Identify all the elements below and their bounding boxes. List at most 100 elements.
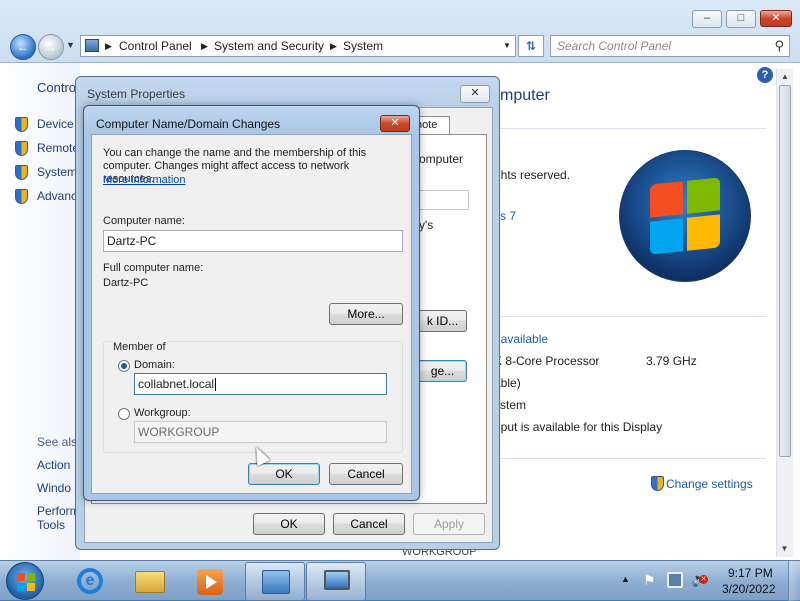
- system-properties-taskbar-button[interactable]: [306, 562, 366, 601]
- breadcrumb-item[interactable]: System and Security: [214, 36, 324, 56]
- shield-icon: [15, 165, 28, 180]
- change-settings-link[interactable]: Change settings: [666, 477, 753, 491]
- recent-pages-icon[interactable]: ▼: [66, 40, 75, 50]
- sidebar-link-system[interactable]: System: [37, 165, 77, 179]
- computer-name-dialog: Computer Name/Domain Changes ✕ You can c…: [83, 105, 420, 501]
- dialog-title: Computer Name/Domain Changes: [96, 117, 281, 131]
- member-of-label: Member of: [111, 341, 168, 353]
- divider: [494, 316, 766, 317]
- domain-field[interactable]: collabnet.local: [134, 373, 387, 395]
- rating-link[interactable]: t available: [494, 332, 548, 346]
- close-button[interactable]: ✕: [380, 115, 410, 132]
- scroll-down-icon[interactable]: ▼: [777, 541, 792, 557]
- cancel-label: Cancel: [347, 467, 385, 481]
- see-also-link[interactable]: Perform: [37, 504, 80, 518]
- member-of-group: Member of Domain: collabnet.local Workgr…: [103, 341, 403, 453]
- scrollbar[interactable]: ▲ ▼: [776, 69, 793, 557]
- cancel-button[interactable]: Cancel: [329, 463, 403, 485]
- scroll-thumb[interactable]: [779, 85, 791, 457]
- ok-button[interactable]: OK: [253, 513, 325, 535]
- sidebar-link-remote[interactable]: Remote: [37, 141, 79, 155]
- workgroup-label[interactable]: Workgroup:: [134, 407, 191, 419]
- shield-icon: [651, 476, 664, 491]
- workgroup-radio[interactable]: [118, 408, 130, 420]
- search-placeholder: Search Control Panel: [557, 39, 672, 53]
- computer-name-field[interactable]: Dartz-PC: [103, 230, 403, 252]
- ok-label: OK: [275, 467, 293, 481]
- internet-explorer-icon: e: [77, 568, 103, 594]
- control-panel-taskbar-button[interactable]: [245, 562, 305, 601]
- apply-button[interactable]: Apply: [413, 513, 485, 535]
- shield-icon: [15, 117, 28, 132]
- start-button[interactable]: [6, 562, 44, 600]
- internet-explorer-taskbar-button[interactable]: e: [66, 562, 114, 601]
- domain-radio[interactable]: [118, 360, 130, 372]
- show-hidden-icons-icon[interactable]: ▲: [621, 574, 630, 584]
- back-button[interactable]: ←: [10, 34, 36, 60]
- clock-time[interactable]: 9:17 PM: [728, 566, 773, 580]
- shield-icon: [15, 189, 28, 204]
- sidebar-link-device[interactable]: Device: [37, 117, 74, 131]
- apply-label: Apply: [433, 517, 465, 531]
- media-player-icon: [197, 569, 223, 595]
- show-desktop-button[interactable]: [788, 561, 800, 601]
- more-information-link[interactable]: More information: [103, 174, 186, 186]
- ok-button[interactable]: OK: [248, 463, 320, 485]
- dialog-body: You can change the name and the membersh…: [91, 134, 412, 494]
- cancel-label: Cancel: [350, 517, 388, 531]
- ok-label: OK: [280, 517, 298, 531]
- full-name-value: Dartz-PC: [103, 277, 149, 289]
- panel-field: [419, 190, 469, 210]
- more-label: More...: [347, 307, 385, 321]
- forward-button[interactable]: →: [38, 34, 64, 60]
- page-heading: mputer: [500, 87, 550, 104]
- shield-icon: [15, 141, 28, 156]
- processor-value: K 8-Core Processor: [494, 354, 600, 368]
- see-also-link[interactable]: Tools: [37, 518, 65, 532]
- sidebar-link-advanced[interactable]: Advanc: [37, 189, 77, 203]
- clock-date[interactable]: 3/20/2022: [722, 582, 775, 596]
- network-icon[interactable]: [667, 572, 683, 588]
- divider: [494, 458, 766, 459]
- copyright-text: ghts reserved.: [494, 168, 571, 182]
- change-button[interactable]: ge...: [419, 360, 467, 382]
- sidebar-heading[interactable]: Control: [37, 80, 79, 95]
- divider: [494, 128, 766, 129]
- text-cursor: [215, 378, 217, 392]
- address-bar[interactable]: ▶ Control Panel ▶ System and Security ▶ …: [80, 35, 516, 57]
- minimize-button[interactable]: –: [692, 10, 722, 28]
- cancel-button[interactable]: Cancel: [333, 513, 405, 535]
- refresh-button[interactable]: ⇅: [518, 35, 544, 57]
- media-player-taskbar-button[interactable]: [186, 562, 234, 601]
- computer-icon: [324, 570, 350, 590]
- domain-label[interactable]: Domain:: [134, 359, 175, 371]
- chevron-right-icon: ▶: [330, 41, 337, 51]
- windows-logo: [619, 150, 751, 282]
- windows-flag-icon: [650, 177, 720, 255]
- chevron-down-icon[interactable]: ▼: [503, 36, 511, 56]
- computer-name-label: Computer name:: [103, 215, 185, 227]
- chevron-right-icon: ▶: [105, 41, 112, 51]
- domain-value: collabnet.local: [138, 377, 215, 391]
- taskbar: e ▲ ⚑ 🔈✕ 9:17 PM 3/20/2022: [0, 560, 800, 601]
- breadcrumb-item[interactable]: Control Panel: [119, 36, 192, 56]
- workgroup-field[interactable]: WORKGROUP: [134, 421, 387, 443]
- see-also-link[interactable]: Action: [37, 458, 70, 472]
- panel-text: y's: [419, 218, 434, 232]
- breadcrumb-item[interactable]: System: [343, 36, 383, 56]
- network-id-button[interactable]: k ID...: [419, 310, 467, 332]
- see-also-link[interactable]: Windo: [37, 481, 71, 495]
- pen-touch-value: nput is available for this Display: [494, 420, 663, 434]
- more-button[interactable]: More...: [329, 303, 403, 325]
- maximize-button[interactable]: □: [726, 10, 756, 28]
- help-icon[interactable]: ?: [757, 67, 773, 83]
- action-center-flag-icon[interactable]: ⚑: [643, 572, 656, 589]
- explorer-taskbar-button[interactable]: [126, 562, 174, 601]
- search-box[interactable]: Search Control Panel ⚲: [550, 35, 790, 57]
- close-button[interactable]: ✕: [460, 85, 490, 103]
- volume-muted-icon[interactable]: 🔈✕: [691, 571, 708, 588]
- change-label: ge...: [430, 364, 455, 378]
- scroll-up-icon[interactable]: ▲: [777, 69, 793, 85]
- processor-speed: 3.79 GHz: [646, 354, 697, 368]
- close-button[interactable]: ✕: [760, 10, 792, 27]
